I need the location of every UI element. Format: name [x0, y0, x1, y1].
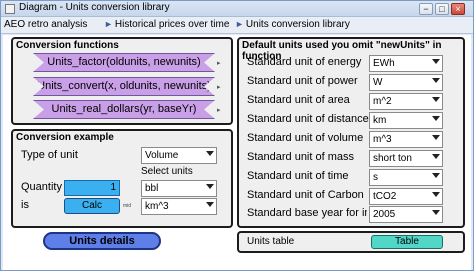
from-unit-select[interactable]: bbl	[141, 180, 217, 197]
from-unit-value: bbl	[145, 183, 159, 194]
breadcrumb: AEO retro analysis ► Historical prices ov…	[1, 17, 473, 34]
quantity-input[interactable]: 1	[64, 180, 120, 196]
type-of-unit-select[interactable]: Volume	[141, 147, 217, 164]
window-title: Diagram - Units conversion library	[19, 2, 170, 13]
time-unit-label: Standard unit of time	[247, 170, 349, 182]
mass-unit-select[interactable]: short ton	[369, 150, 443, 167]
power-unit-label: Standard unit of power	[247, 75, 358, 87]
calc-button[interactable]: Calc	[64, 198, 120, 214]
energy-unit-label: Standard unit of energy	[247, 56, 362, 68]
units-table-panel: Units table Table	[237, 231, 465, 253]
conversion-functions-panel: Conversion functions Units_factor(olduni…	[11, 37, 233, 125]
distance-unit-label: Standard unit of distance	[247, 113, 369, 125]
units-table-label: Units table	[247, 236, 295, 247]
arrow-right-icon: ▸	[217, 107, 221, 114]
time-unit-value: s	[373, 172, 378, 183]
dropdown-arrow-icon	[432, 173, 440, 178]
carbon-unit-select[interactable]: tCO2	[369, 188, 443, 205]
distance-unit-value: km	[373, 115, 387, 126]
time-unit-select[interactable]: s	[369, 169, 443, 186]
conversion-example-panel: Conversion example Type of unit Volume S…	[11, 129, 233, 228]
breadcrumb-item-units-library[interactable]: ► Units conversion library	[235, 19, 350, 30]
to-unit-value: km^3	[145, 201, 169, 212]
default-units-panel: Default units used you omit "newUnits" i…	[237, 37, 465, 228]
dropdown-arrow-icon	[432, 192, 440, 197]
dropdown-arrow-icon	[206, 184, 214, 189]
panel-title: Conversion example	[16, 132, 114, 143]
base-year-value: 2005	[373, 209, 396, 220]
calc-suffix-label: mid	[123, 203, 132, 209]
to-unit-select[interactable]: km^3	[141, 198, 217, 215]
panel-title: Conversion functions	[16, 40, 119, 51]
area-unit-label: Standard unit of area	[247, 94, 350, 106]
carbon-unit-label: Standard unit of Carbon	[247, 189, 364, 201]
carbon-unit-value: tCO2	[373, 191, 397, 202]
table-button[interactable]: Table	[371, 235, 443, 249]
dropdown-arrow-icon	[432, 97, 440, 102]
breadcrumb-item-historical-prices[interactable]: ► Historical prices over time	[104, 19, 229, 30]
breadcrumb-label[interactable]: Units conversion library	[246, 19, 350, 30]
select-units-label: Select units	[141, 166, 193, 177]
title-bar: Diagram - Units conversion library − □ ×	[1, 1, 473, 17]
power-unit-value: W	[373, 77, 383, 88]
volume-unit-select[interactable]: m^3	[369, 131, 443, 148]
close-button[interactable]: ×	[451, 3, 465, 15]
base-year-label: Standard base year for inflat...	[247, 207, 367, 219]
dropdown-arrow-icon	[432, 154, 440, 159]
quantity-label: Quantity	[21, 181, 62, 193]
is-label: is	[21, 199, 29, 211]
dropdown-arrow-icon	[206, 151, 214, 156]
diagram-canvas: Conversion functions Units_factor(olduni…	[3, 35, 471, 270]
mass-unit-value: short ton	[373, 153, 412, 164]
power-unit-select[interactable]: W	[369, 74, 443, 91]
maximize-button[interactable]: □	[435, 3, 449, 15]
chevron-right-icon: ►	[104, 19, 113, 29]
arrow-right-icon: ▸	[217, 84, 221, 91]
area-unit-value: m^2	[373, 96, 392, 107]
base-year-select[interactable]: 2005	[369, 206, 443, 223]
application-window: Diagram - Units conversion library − □ ×…	[0, 0, 474, 271]
dropdown-arrow-icon	[432, 78, 440, 83]
chevron-right-icon: ►	[235, 19, 244, 29]
units-convert-function[interactable]: Units_convert(x, oldunits, newunits)	[33, 77, 215, 96]
units-details-button[interactable]: Units details	[43, 232, 161, 250]
energy-unit-value: EWh	[373, 58, 395, 69]
minimize-button[interactable]: −	[419, 3, 433, 15]
breadcrumb-label[interactable]: Historical prices over time	[115, 19, 229, 30]
breadcrumb-item-aeo-retro[interactable]: AEO retro analysis	[4, 19, 87, 30]
energy-unit-select[interactable]: EWh	[369, 55, 443, 72]
units-factor-function[interactable]: Units_factor(oldunits, newunits)	[33, 53, 215, 72]
volume-unit-value: m^3	[373, 134, 392, 145]
dropdown-arrow-icon	[432, 135, 440, 140]
dropdown-arrow-icon	[432, 210, 440, 215]
type-of-unit-label: Type of unit	[21, 149, 78, 161]
distance-unit-select[interactable]: km	[369, 112, 443, 129]
arrow-right-icon: ▸	[217, 60, 221, 67]
volume-unit-label: Standard unit of volume	[247, 132, 364, 144]
dropdown-arrow-icon	[206, 202, 214, 207]
units-real-dollars-function[interactable]: Units_real_dollars(yr, baseYr)	[33, 100, 215, 119]
breadcrumb-label[interactable]: AEO retro analysis	[4, 19, 87, 30]
diagram-icon	[5, 4, 15, 14]
mass-unit-label: Standard unit of mass	[247, 151, 355, 163]
area-unit-select[interactable]: m^2	[369, 93, 443, 110]
dropdown-arrow-icon	[432, 59, 440, 64]
dropdown-arrow-icon	[432, 116, 440, 121]
type-of-unit-value: Volume	[145, 150, 179, 161]
